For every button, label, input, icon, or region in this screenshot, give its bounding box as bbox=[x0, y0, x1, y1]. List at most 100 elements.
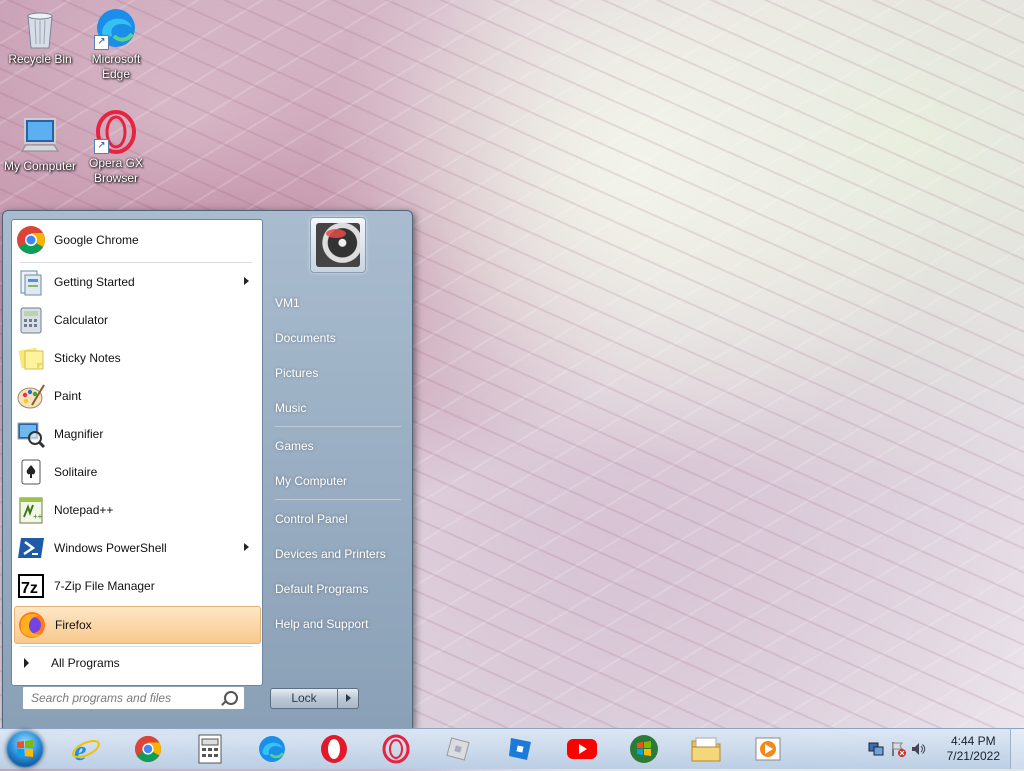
program-magnifier[interactable]: Magnifier bbox=[14, 416, 259, 452]
getting-started-icon bbox=[16, 267, 46, 297]
search-icon[interactable] bbox=[224, 691, 238, 705]
action-center-flag-icon[interactable] bbox=[890, 741, 906, 757]
link-games[interactable]: Games bbox=[275, 432, 405, 460]
shortcut-arrow-icon: ↗ bbox=[94, 139, 109, 154]
program-label: Paint bbox=[54, 389, 82, 403]
program-label: Notepad++ bbox=[54, 503, 114, 517]
program-notepad-plus-plus[interactable]: ++ Notepad++ bbox=[14, 492, 259, 528]
calculator-app-icon bbox=[198, 734, 222, 764]
separator bbox=[275, 426, 401, 428]
program-label: Solitaire bbox=[54, 465, 98, 479]
roblox-icon bbox=[446, 737, 470, 761]
system-clock[interactable]: 4:44 PM 7/21/2022 bbox=[947, 734, 1000, 764]
taskbar-opera-gx[interactable] bbox=[380, 733, 412, 765]
link-music[interactable]: Music bbox=[275, 394, 405, 422]
avatar-image bbox=[316, 223, 360, 267]
program-windows-powershell[interactable]: Windows PowerShell bbox=[14, 530, 259, 566]
link-default-programs[interactable]: Default Programs bbox=[275, 575, 405, 603]
program-calculator[interactable]: Calculator bbox=[14, 302, 259, 338]
separator bbox=[20, 646, 252, 647]
lock-button[interactable]: Lock bbox=[270, 688, 338, 709]
solitaire-icon bbox=[16, 457, 46, 487]
desktop-icon-opera-gx[interactable]: ↗ Opera GX Browser bbox=[76, 110, 156, 186]
link-documents[interactable]: Documents bbox=[275, 324, 405, 352]
search-input[interactable] bbox=[29, 687, 223, 709]
program-label: Google Chrome bbox=[54, 233, 139, 247]
program-label: Magnifier bbox=[54, 427, 104, 441]
taskbar-opera[interactable] bbox=[318, 733, 350, 765]
desktop-icon-label: Opera GX Browser bbox=[88, 156, 144, 185]
start-menu-places: VM1 Documents Pictures Music Games My Co… bbox=[265, 211, 412, 729]
lock-control: Lock bbox=[270, 688, 359, 709]
shortcut-arrow-icon: ↗ bbox=[94, 35, 109, 50]
system-tray: 4:44 PM 7/21/2022 bbox=[854, 729, 1024, 769]
link-control-panel[interactable]: Control Panel bbox=[275, 505, 405, 533]
taskbar-roblox[interactable] bbox=[442, 733, 474, 765]
desktop-icon-microsoft-edge[interactable]: ↗ Microsoft Edge bbox=[76, 6, 156, 82]
network-icon[interactable] bbox=[868, 741, 884, 757]
chrome-icon bbox=[134, 735, 162, 763]
opera-gx-icon bbox=[382, 734, 410, 764]
program-label: Sticky Notes bbox=[54, 351, 121, 365]
youtube-icon bbox=[567, 739, 597, 759]
user-avatar[interactable] bbox=[310, 217, 366, 273]
taskbar-windows-update[interactable] bbox=[628, 733, 660, 765]
all-programs-button[interactable]: All Programs bbox=[14, 650, 259, 676]
windows-logo-icon bbox=[630, 735, 658, 763]
program-label: Firefox bbox=[55, 618, 92, 632]
search-area bbox=[11, 686, 261, 724]
seven-zip-icon: 7z bbox=[16, 571, 46, 601]
search-box[interactable] bbox=[22, 686, 245, 710]
program-label: Getting Started bbox=[54, 275, 135, 289]
link-user-folder[interactable]: VM1 bbox=[275, 289, 405, 317]
media-player-icon bbox=[755, 737, 781, 761]
program-solitaire[interactable]: Solitaire bbox=[14, 454, 259, 490]
program-firefox[interactable]: Firefox bbox=[14, 606, 261, 644]
chrome-icon bbox=[16, 225, 46, 255]
file-explorer-icon bbox=[691, 737, 721, 762]
link-help-support[interactable]: Help and Support bbox=[275, 610, 405, 638]
taskbar-calculator-app[interactable] bbox=[194, 733, 226, 765]
taskbar-media-player[interactable] bbox=[752, 733, 784, 765]
opera-gx-icon: ↗ bbox=[94, 110, 138, 154]
taskbar-file-explorer[interactable] bbox=[690, 733, 722, 765]
program-7zip[interactable]: 7z 7-Zip File Manager bbox=[14, 568, 259, 604]
taskbar: e 4:44 PM 7/21/2022 bbox=[0, 728, 1024, 769]
desktop-icon-my-computer[interactable]: My Computer bbox=[0, 113, 80, 174]
taskbar-roblox-studio[interactable] bbox=[504, 733, 536, 765]
start-menu-programs: Google Chrome Getting Started Calculator… bbox=[11, 219, 263, 686]
clock-time: 4:44 PM bbox=[950, 734, 996, 748]
desktop-icon-label: Recycle Bin bbox=[8, 52, 72, 66]
link-devices-printers[interactable]: Devices and Printers bbox=[275, 540, 405, 568]
program-label: 7-Zip File Manager bbox=[54, 579, 155, 593]
volume-icon[interactable] bbox=[910, 741, 926, 757]
taskbar-edge[interactable] bbox=[256, 733, 288, 765]
link-pictures[interactable]: Pictures bbox=[275, 359, 405, 387]
start-button[interactable] bbox=[6, 730, 44, 768]
ie-icon: e bbox=[72, 736, 100, 764]
clock-date: 7/21/2022 bbox=[946, 749, 1000, 763]
taskbar-internet-explorer[interactable]: e bbox=[70, 733, 102, 765]
program-getting-started[interactable]: Getting Started bbox=[14, 264, 259, 300]
desktop-icon-recycle-bin[interactable]: Recycle Bin bbox=[0, 6, 80, 67]
paint-icon bbox=[16, 381, 46, 411]
svg-text:++: ++ bbox=[33, 512, 43, 521]
show-desktop-button[interactable] bbox=[1010, 729, 1024, 769]
shutdown-options-arrow-icon[interactable] bbox=[338, 688, 359, 709]
program-google-chrome[interactable]: Google Chrome bbox=[14, 222, 259, 258]
computer-icon bbox=[18, 113, 62, 157]
submenu-arrow-icon bbox=[244, 543, 249, 551]
program-sticky-notes[interactable]: Sticky Notes bbox=[14, 340, 259, 376]
svg-text:7z: 7z bbox=[21, 580, 38, 597]
powershell-icon bbox=[16, 533, 46, 563]
desktop-icon-label: My Computer bbox=[3, 159, 77, 173]
separator bbox=[275, 499, 401, 501]
link-my-computer[interactable]: My Computer bbox=[275, 467, 405, 495]
taskbar-chrome[interactable] bbox=[132, 733, 164, 765]
edge-icon bbox=[259, 736, 285, 762]
submenu-arrow-icon bbox=[244, 277, 249, 285]
program-paint[interactable]: Paint bbox=[14, 378, 259, 414]
taskbar-youtube[interactable] bbox=[566, 733, 598, 765]
notepad-plus-plus-icon: ++ bbox=[16, 495, 46, 525]
start-menu: Google Chrome Getting Started Calculator… bbox=[2, 210, 413, 730]
